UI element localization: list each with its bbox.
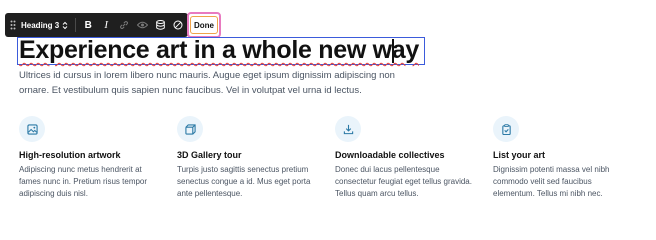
text-cursor bbox=[392, 39, 394, 63]
feature-title: Downloadable collectives bbox=[335, 150, 445, 160]
drag-handle-icon[interactable] bbox=[8, 13, 18, 37]
chevron-updown-icon bbox=[62, 21, 68, 29]
feature-description: Adipiscing nunc metus hendrerit at fames… bbox=[19, 165, 148, 198]
text-format-toolbar: Heading 3 B I bbox=[5, 13, 188, 37]
clear-format-icon bbox=[173, 20, 183, 30]
toolbar-divider bbox=[75, 18, 77, 32]
feature-icon-badge bbox=[177, 116, 203, 142]
database-icon bbox=[155, 20, 165, 30]
link-icon bbox=[120, 21, 129, 29]
clear-format-button[interactable] bbox=[169, 13, 187, 37]
feature-description: Donec dui lacus pellentesque consectetur… bbox=[335, 165, 472, 198]
bold-button[interactable]: B bbox=[79, 13, 97, 37]
bold-icon: B bbox=[84, 19, 92, 31]
feature-title: List your art bbox=[493, 150, 546, 160]
visibility-icon bbox=[136, 21, 148, 29]
image-icon bbox=[26, 123, 38, 135]
heading-level-dropdown[interactable]: Heading 3 bbox=[18, 13, 72, 37]
cube-icon bbox=[184, 123, 196, 135]
done-button[interactable]: Done bbox=[190, 16, 218, 34]
feature-icon-badge bbox=[19, 116, 45, 142]
feature-card: High-resolution artwork Adipiscing nunc … bbox=[19, 116, 159, 200]
feature-icon-badge bbox=[335, 116, 361, 142]
feature-card: 3D Gallery tour Turpis justo sagittis se… bbox=[177, 116, 317, 200]
done-button-focus-ring: Done bbox=[187, 12, 221, 38]
feature-description: Turpis justo sagittis senectus pretium s… bbox=[177, 165, 311, 198]
feature-title: 3D Gallery tour bbox=[177, 150, 242, 160]
database-button[interactable] bbox=[151, 13, 169, 37]
italic-icon: I bbox=[104, 19, 109, 31]
feature-card: Downloadable collectives Donec dui lacus… bbox=[335, 116, 475, 200]
feature-description: Dignissim potenti massa vel nibh commodo… bbox=[493, 165, 610, 198]
clipboard-check-icon bbox=[501, 123, 511, 135]
link-button[interactable] bbox=[115, 13, 133, 37]
feature-title: High-resolution artwork bbox=[19, 150, 121, 160]
feature-card: List your art Dignissim potenti massa ve… bbox=[493, 116, 633, 200]
visibility-button[interactable] bbox=[133, 13, 151, 37]
intro-paragraph: Ultrices id cursus in lorem libero nunc … bbox=[19, 70, 395, 96]
feature-icon-badge bbox=[493, 116, 519, 142]
italic-button[interactable]: I bbox=[97, 13, 115, 37]
page-heading[interactable]: Experience art in a whole new way bbox=[19, 36, 419, 65]
heading-level-label: Heading 3 bbox=[21, 20, 60, 30]
download-icon bbox=[343, 124, 353, 134]
